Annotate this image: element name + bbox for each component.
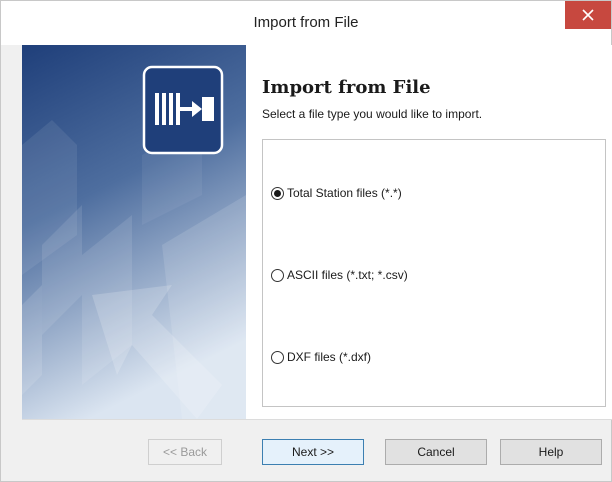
radio-ascii[interactable] (271, 268, 284, 282)
wizard-banner (22, 45, 246, 419)
wizard-area: Import from File Select a file type you … (22, 45, 612, 419)
import-file-icon (142, 65, 224, 155)
footer-divider (22, 419, 612, 420)
page-heading: Import from File (262, 77, 431, 98)
radio-total-station[interactable] (271, 186, 284, 200)
next-button[interactable]: Next >> (262, 439, 364, 465)
page-subheading: Select a file type you would like to imp… (262, 107, 483, 121)
option-total-station[interactable]: Total Station files (*.*) (271, 184, 402, 202)
help-button[interactable]: Help (500, 439, 602, 465)
option-ascii[interactable]: ASCII files (*.txt; *.csv) (271, 266, 408, 284)
back-button[interactable]: << Back (148, 439, 222, 465)
banner-graphic (22, 45, 246, 419)
file-type-group: Total Station files (*.*) ASCII files (*… (262, 139, 606, 407)
title-bar: Import from File (1, 1, 611, 45)
option-label: DXF files (*.dxf) (287, 350, 372, 364)
close-button[interactable] (565, 1, 611, 29)
window-title: Import from File (253, 14, 359, 31)
cancel-button[interactable]: Cancel (385, 439, 487, 465)
wizard-content: Import from File Select a file type you … (246, 45, 612, 419)
option-dxf[interactable]: DXF files (*.dxf) (271, 348, 371, 366)
radio-dxf[interactable] (271, 350, 284, 364)
option-label: ASCII files (*.txt; *.csv) (287, 268, 408, 282)
close-icon (582, 9, 594, 21)
import-dialog: Import from File Import from File Select… (0, 0, 612, 482)
option-label: Total Station files (*.*) (287, 186, 402, 200)
